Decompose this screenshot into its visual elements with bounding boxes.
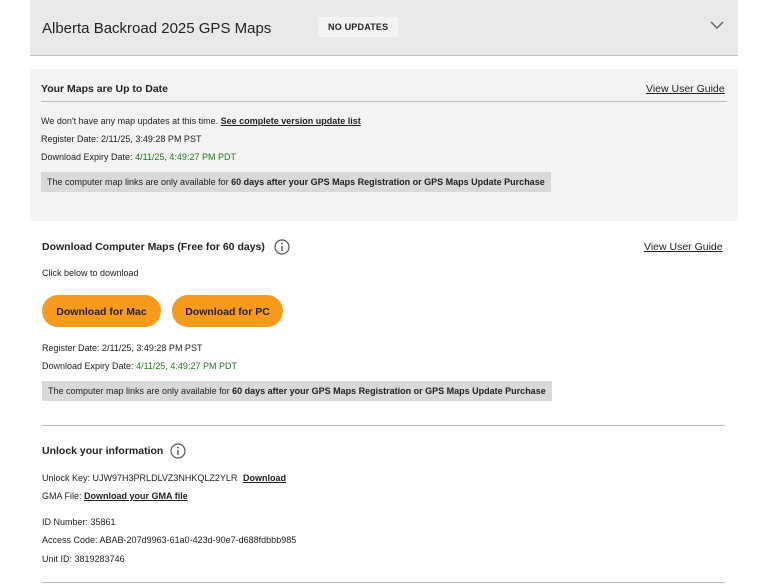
download-instruction: Click below to download	[42, 268, 139, 278]
id-number-line: ID Number: 35861	[42, 517, 116, 527]
version-list-link[interactable]: See complete version update list	[221, 116, 361, 126]
register-date-value: 2/11/25, 3:49:28 PM PST	[101, 134, 202, 144]
download-notice-prefix: The computer map links are only availabl…	[48, 386, 230, 396]
download-section-title: Download Computer Maps (Free for 60 days…	[42, 241, 265, 253]
availability-notice: The computer map links are only availabl…	[41, 172, 551, 192]
no-updates-text: We don't have any map updates at this ti…	[41, 116, 219, 126]
product-title: Alberta Backroad 2025 GPS Maps	[42, 20, 272, 37]
divider	[41, 101, 727, 102]
map-product-header[interactable]: Alberta Backroad 2025 GPS Maps NO UPDATE…	[30, 0, 738, 56]
id-number-value: 35861	[90, 517, 116, 527]
info-icon[interactable]	[274, 239, 290, 255]
download-pc-button[interactable]: Download for PC	[172, 295, 283, 327]
gma-file-download-link[interactable]: Download your GMA file	[84, 491, 188, 501]
download-expiry-line: Download Expiry Date: 4/11/25, 4:49:27 P…	[42, 361, 237, 371]
download-register-value: 2/11/25, 3:49:28 PM PST	[102, 343, 203, 353]
update-status-panel: Your Maps are Up to Date View User Guide…	[30, 69, 738, 221]
download-availability-notice: The computer map links are only availabl…	[42, 381, 552, 401]
download-register-label: Register Date:	[42, 343, 100, 353]
download-expiry-label: Download Expiry Date:	[42, 361, 134, 371]
download-notice-bold: 60 days after your GPS Maps Registration…	[232, 386, 546, 396]
no-updates-line: We don't have any map updates at this ti…	[41, 116, 361, 126]
unit-id-line: Unit ID: 3819283746	[42, 554, 125, 564]
notice-prefix: The computer map links are only availabl…	[47, 177, 229, 187]
unlock-key-value: UJW97H3PRLDLVZ3NHKQLZ2YLR	[92, 473, 238, 483]
access-code-value: ABAB-207d9963-61a0-423d-90e7-d688fdbbb98…	[99, 535, 297, 545]
register-date-label: Register Date:	[41, 134, 99, 144]
divider	[42, 582, 725, 583]
access-code-label: Access Code:	[42, 535, 98, 545]
unlock-key-label: Unlock Key:	[42, 473, 91, 483]
access-code-line: Access Code: ABAB-207d9963-61a0-423d-90e…	[42, 535, 296, 545]
gma-file-label: GMA File:	[42, 491, 82, 501]
info-icon[interactable]	[170, 443, 186, 459]
status-badge: NO UPDATES	[318, 17, 399, 37]
chevron-down-icon[interactable]	[709, 18, 725, 32]
unit-id-value: 3819283746	[74, 554, 125, 564]
expiry-date-value: 4/11/25, 4:49:27 PM PDT	[135, 152, 236, 162]
unit-id-label: Unit ID:	[42, 554, 73, 564]
notice-bold: 60 days after your GPS Maps Registration…	[231, 177, 545, 187]
expiry-date-label: Download Expiry Date:	[41, 152, 133, 162]
expiry-date-line: Download Expiry Date: 4/11/25, 4:49:27 P…	[41, 152, 236, 162]
unlock-key-line: Unlock Key: UJW97H3PRLDLVZ3NHKQLZ2YLR Do…	[42, 473, 286, 483]
unlock-section-title: Unlock your information	[42, 445, 164, 457]
gma-file-line: GMA File: Download your GMA file	[42, 491, 188, 501]
unlock-key-download-link[interactable]: Download	[243, 473, 286, 483]
register-date-line: Register Date: 2/11/25, 3:49:28 PM PST	[41, 134, 201, 144]
view-user-guide-link[interactable]: View User Guide	[646, 83, 725, 95]
download-register-line: Register Date: 2/11/25, 3:49:28 PM PST	[42, 343, 202, 353]
download-view-user-guide-link[interactable]: View User Guide	[644, 241, 723, 253]
divider	[42, 425, 725, 426]
status-title: Your Maps are Up to Date	[41, 83, 168, 95]
download-mac-button[interactable]: Download for Mac	[42, 295, 161, 327]
download-expiry-value: 4/11/25, 4:49:27 PM PDT	[136, 361, 237, 371]
id-number-label: ID Number:	[42, 517, 89, 527]
